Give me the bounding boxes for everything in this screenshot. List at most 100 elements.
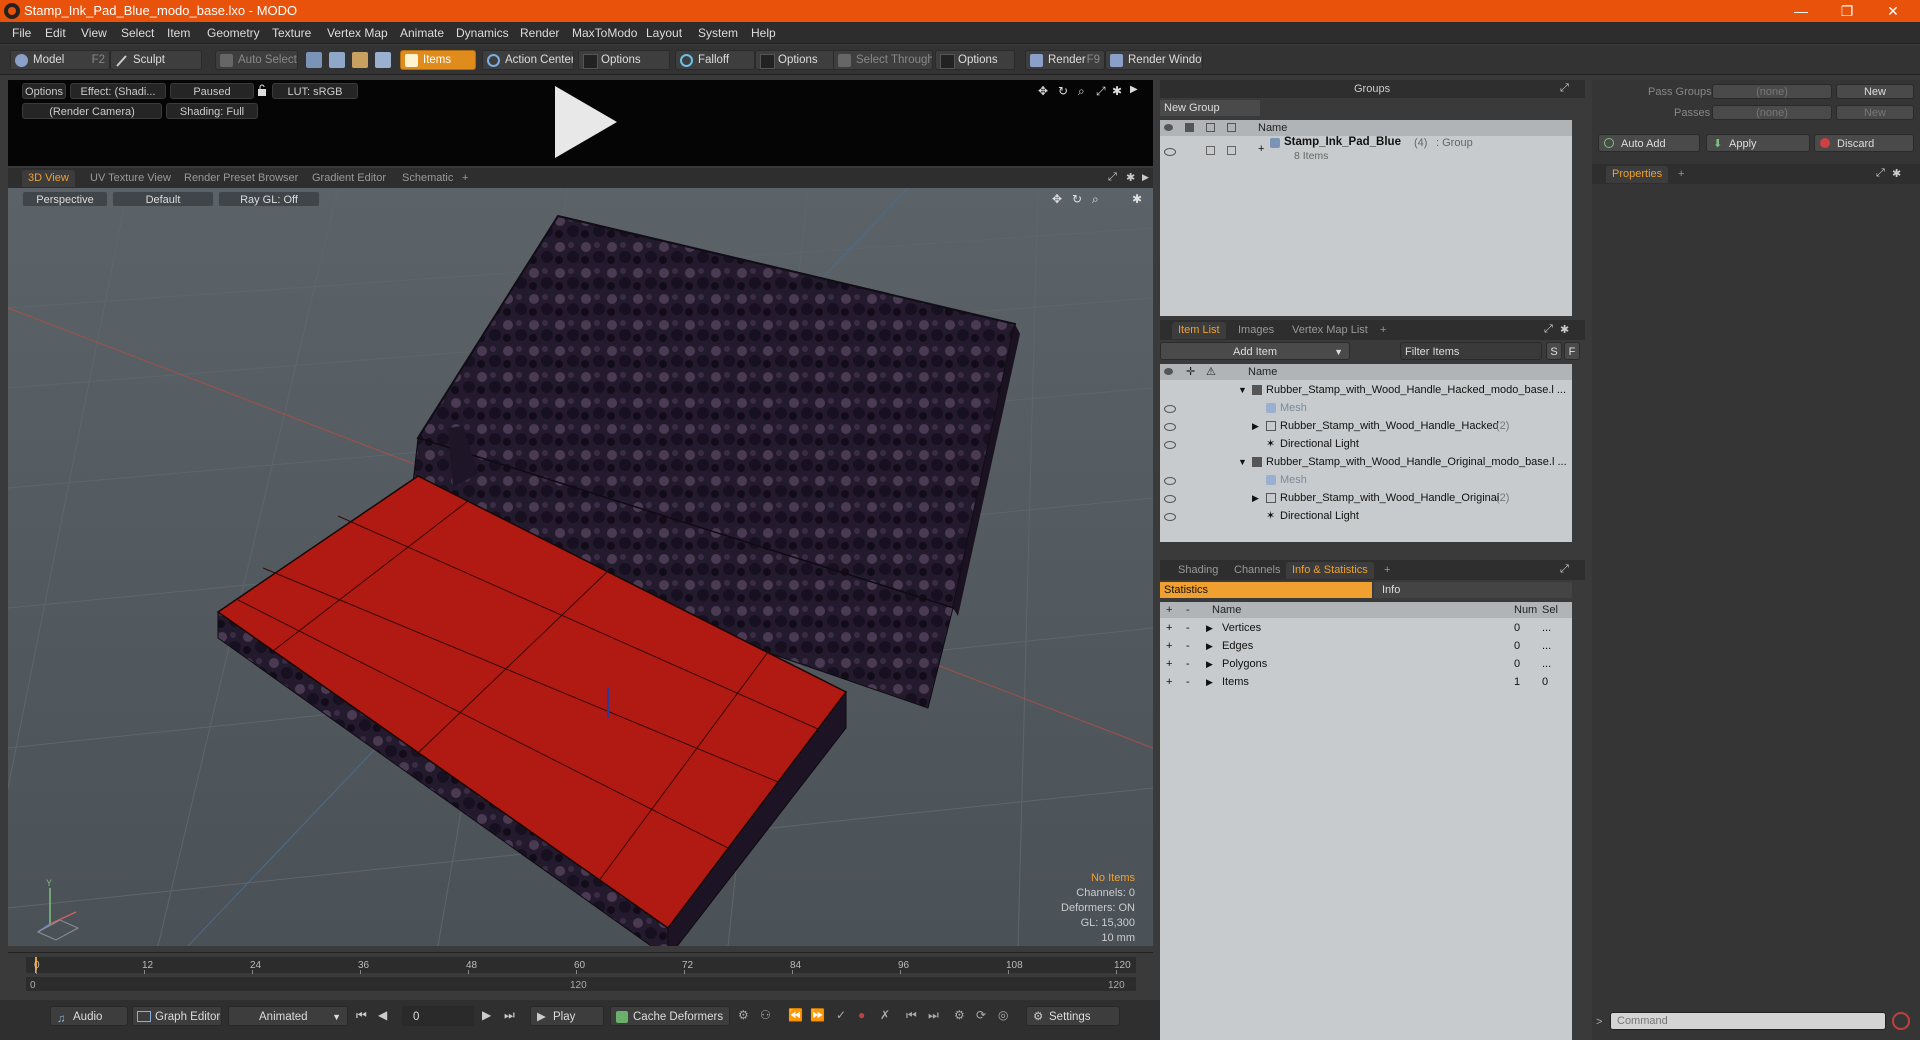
stat-sel-column[interactable]: Sel xyxy=(1542,602,1558,618)
new-pass-group-button[interactable]: New xyxy=(1836,84,1914,99)
record-icon[interactable]: ● xyxy=(858,1008,865,1022)
menu-geometry[interactable]: Geometry xyxy=(207,26,260,40)
action-center-options-button[interactable]: Options xyxy=(578,50,670,70)
minimize-button[interactable]: — xyxy=(1778,0,1824,22)
command-input[interactable] xyxy=(1610,1012,1886,1030)
discard-button[interactable]: Discard xyxy=(1814,134,1914,152)
gear-icon[interactable]: ✱ xyxy=(1112,84,1122,98)
command-history-icon[interactable] xyxy=(1892,1012,1910,1030)
graph-editor-button[interactable]: Graph Editor xyxy=(132,1006,222,1026)
preview-paused-button[interactable]: Paused xyxy=(170,83,254,99)
list-item[interactable]: ▶ Rubber_Stamp_with_Wood_Handle_Hacked (… xyxy=(1160,417,1572,435)
list-item[interactable]: ▼ Rubber_Stamp_with_Wood_Handle_Original… xyxy=(1160,453,1572,471)
maximize-icon[interactable]: ⤢ xyxy=(1096,84,1106,99)
render-camera-dropdown[interactable]: (Render Camera) xyxy=(22,103,162,119)
skip-to-end-icon[interactable]: ⏭ xyxy=(504,1008,515,1023)
falloff-options-button[interactable]: Options xyxy=(755,50,835,70)
tab-schematic[interactable]: Schematic xyxy=(396,170,459,187)
gear-icon[interactable]: ✱ xyxy=(1132,192,1142,206)
maximize-icon[interactable]: ⤢ xyxy=(1544,323,1553,336)
auto-add-button[interactable]: Auto Add xyxy=(1598,134,1700,152)
play-icon[interactable] xyxy=(543,84,623,162)
expand-arrow-icon[interactable]: ▶ xyxy=(1142,172,1149,183)
tab-gradient-editor[interactable]: Gradient Editor xyxy=(306,170,392,187)
new-group-button[interactable]: New Group xyxy=(1160,100,1260,116)
visibility-eye-icon[interactable] xyxy=(1164,441,1176,449)
polygons-mode-icon[interactable] xyxy=(352,52,368,68)
add-icon[interactable]: + xyxy=(1166,655,1172,673)
next-key-icon[interactable]: ⏩ xyxy=(810,1008,825,1022)
expand-arrow-icon[interactable]: ▶ xyxy=(1252,489,1259,507)
remove-icon[interactable]: - xyxy=(1186,655,1190,673)
expand-arrow-icon[interactable]: ▶ xyxy=(1206,655,1213,673)
passes-dropdown[interactable]: (none) xyxy=(1712,105,1832,120)
audio-button[interactable]: ♫ Audio xyxy=(50,1006,128,1026)
lock-column-icon[interactable]: ⚠ xyxy=(1206,364,1216,380)
add-icon[interactable]: + xyxy=(1166,619,1172,637)
rotate-icon[interactable]: ↻ xyxy=(1072,192,1082,206)
add-icon[interactable]: + xyxy=(1166,673,1172,691)
menu-item[interactable]: Item xyxy=(167,26,190,40)
preview-options-button[interactable]: Options xyxy=(22,83,66,99)
restore-button[interactable]: ❐ xyxy=(1824,0,1870,22)
zoom-icon[interactable]: ⌕ xyxy=(1092,192,1099,207)
autokey-icon[interactable]: ⚇ xyxy=(760,1008,771,1022)
tab-channels[interactable]: Channels xyxy=(1228,562,1286,579)
select-through-button[interactable]: Select Through xyxy=(833,50,933,70)
menu-view[interactable]: View xyxy=(81,26,107,40)
add-tab-button[interactable]: + xyxy=(1672,166,1690,183)
visibility-eye-icon[interactable] xyxy=(1164,423,1176,431)
menu-maxtomodo[interactable]: MaxToModo xyxy=(572,26,637,40)
add-tab-button[interactable]: + xyxy=(456,170,474,187)
tab-shading[interactable]: Shading xyxy=(1172,562,1224,579)
next-frame-icon[interactable]: ⏭ xyxy=(928,1008,939,1023)
expand-all-icon[interactable]: + xyxy=(1166,602,1172,618)
select-through-options-button[interactable]: Options xyxy=(935,50,1015,70)
list-item[interactable]: ✶ Directional Light xyxy=(1160,507,1572,525)
add-item-dropdown[interactable]: Add Item ▼ xyxy=(1160,342,1350,360)
expand-arrow-icon[interactable]: ▶ xyxy=(1206,673,1213,691)
maximize-icon[interactable]: ⤢ xyxy=(1560,82,1569,95)
edges-mode-icon[interactable] xyxy=(329,52,345,68)
list-item[interactable]: Mesh xyxy=(1160,399,1572,417)
expand-plus-icon[interactable]: + xyxy=(1258,143,1264,155)
maximize-icon[interactable]: ⤢ xyxy=(1876,167,1885,180)
visibility-column-icon[interactable] xyxy=(1164,368,1173,375)
loop-icon[interactable]: ⟳ xyxy=(976,1008,986,1022)
item-name-column[interactable]: Name xyxy=(1248,364,1277,380)
stat-name-column[interactable]: Name xyxy=(1212,602,1241,618)
play-button[interactable]: ▶ Play xyxy=(530,1006,604,1026)
list-item[interactable]: ▼ Rubber_Stamp_with_Wood_Handle_Hacked_m… xyxy=(1160,381,1572,399)
gear-icon[interactable]: ✱ xyxy=(1560,323,1569,336)
prev-frame-icon[interactable]: ⏮ xyxy=(906,1008,917,1023)
perspective-dropdown[interactable]: Perspective xyxy=(22,191,108,207)
remove-icon[interactable]: - xyxy=(1186,637,1190,655)
timeline[interactable]: 0 12 24 36 48 60 72 84 96 108 120 0 120 120 xyxy=(8,952,1153,994)
info-subtab[interactable]: Info xyxy=(1374,582,1572,598)
skip-to-start-icon[interactable]: ⏮ xyxy=(356,1008,367,1023)
materials-mode-icon[interactable] xyxy=(375,52,391,68)
menu-select[interactable]: Select xyxy=(121,26,154,40)
pass-groups-dropdown[interactable]: (none) xyxy=(1712,84,1832,99)
new-pass-button[interactable]: New xyxy=(1836,105,1914,120)
delete-key-icon[interactable]: ✗ xyxy=(880,1008,890,1022)
render-button[interactable]: Render F9 xyxy=(1025,50,1105,70)
preview-effect-dropdown[interactable]: Effect: (Shadi... xyxy=(70,83,166,99)
set-key-icon[interactable]: ✓ xyxy=(836,1008,846,1022)
lut-dropdown[interactable]: LUT: sRGB xyxy=(272,83,358,99)
visibility-column-icon[interactable] xyxy=(1164,124,1173,131)
visibility-eye-icon[interactable] xyxy=(1164,495,1176,503)
collapse-arrow-icon[interactable]: ▼ xyxy=(1238,381,1247,399)
select-column-icon[interactable] xyxy=(1227,123,1236,132)
table-row[interactable]: + - ▶ Polygons 0 ... xyxy=(1160,655,1572,673)
collapse-all-icon[interactable]: - xyxy=(1186,602,1190,618)
add-tab-button[interactable]: + xyxy=(1378,562,1396,579)
raygl-dropdown[interactable]: Ray GL: Off xyxy=(218,191,320,207)
list-item[interactable]: ▶ Rubber_Stamp_with_Wood_Handle_Original… xyxy=(1160,489,1572,507)
menu-layout[interactable]: Layout xyxy=(646,26,682,40)
render-window-button[interactable]: Render Window xyxy=(1105,50,1203,70)
shading-dropdown[interactable]: Shading: Full xyxy=(166,103,258,119)
menu-help[interactable]: Help xyxy=(751,26,776,40)
audio-scrub-icon[interactable]: ◎ xyxy=(998,1008,1008,1022)
gear-icon[interactable]: ✱ xyxy=(1892,167,1901,180)
